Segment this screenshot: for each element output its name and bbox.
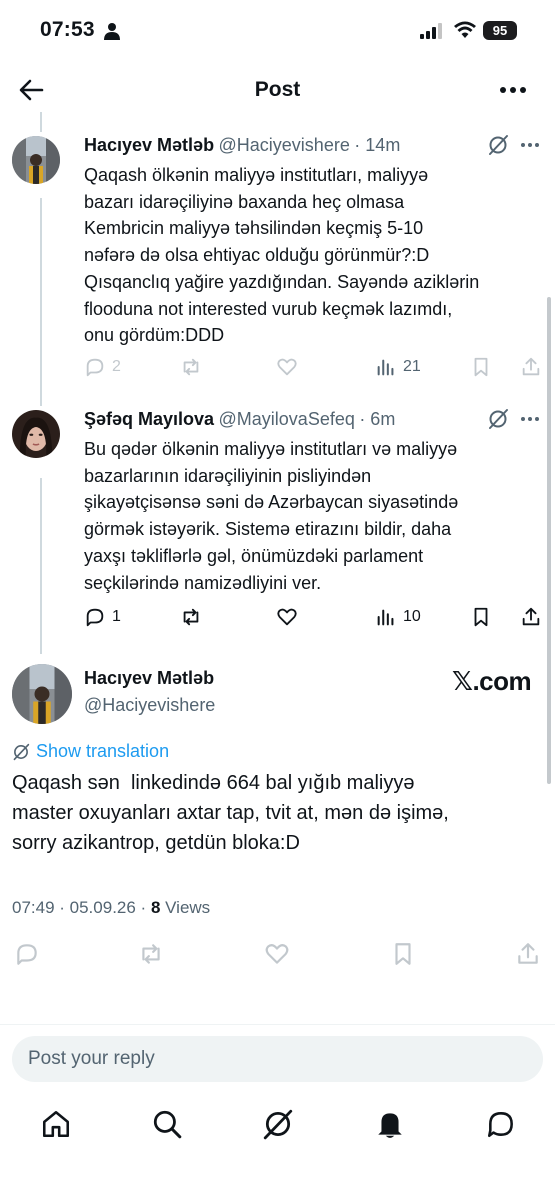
post-text-line: Qısqanclıq yağire yazdığından. Sayəndə a… <box>84 271 480 292</box>
share-icon <box>522 607 540 626</box>
cellular-signal-icon <box>420 23 442 39</box>
bookmark-button[interactable] <box>470 606 492 628</box>
wifi-icon <box>454 21 476 38</box>
more-options-icon[interactable] <box>499 80 527 100</box>
author-name[interactable]: Hacıyev Mətləb <box>84 135 214 155</box>
scrollbar[interactable] <box>547 297 551 784</box>
views-chart-icon <box>377 359 394 376</box>
post-text: Qaqash ölkənin maliyyə institutları, mal… <box>84 162 544 349</box>
main-post-text: Qaqash sən linkedində 664 bal yığıb mali… <box>12 768 547 858</box>
reply-icon <box>86 608 104 627</box>
avatar[interactable] <box>12 664 72 724</box>
post-text-line: seçkilərində namizədliyini ver. <box>84 572 322 593</box>
heart-icon <box>277 358 297 376</box>
views-count[interactable]: 8 <box>151 898 160 917</box>
more-options-icon[interactable] <box>520 416 540 422</box>
repost-icon <box>183 608 199 626</box>
page-title: Post <box>254 78 301 101</box>
share-icon[interactable] <box>515 941 541 967</box>
reply-icon[interactable] <box>14 941 40 967</box>
author-handle[interactable]: @Haciyevishere <box>84 695 215 716</box>
share-icon <box>522 357 540 376</box>
notifications-bell-icon[interactable] <box>374 1108 406 1140</box>
author-name[interactable]: Şəfəq Mayılova <box>84 409 214 429</box>
post-text-line: yaxşı təkliflərlə gəl, önümüzdəki parlam… <box>84 545 424 566</box>
author-handle[interactable]: @Haciyevishere <box>219 135 350 155</box>
translate-icon <box>13 743 30 761</box>
post-text-line: Qaqash sən linkedində 664 bal yığıb mali… <box>12 772 415 794</box>
reply-count: 2 <box>112 358 121 375</box>
thread-line <box>40 478 42 654</box>
thread-line <box>40 112 42 132</box>
post-text-line: nəfərə də olsa ehtiyac olduğu görünmür?:… <box>84 245 430 266</box>
grok-icon[interactable] <box>262 1108 294 1140</box>
grok-icon[interactable] <box>487 134 509 156</box>
bookmark-button[interactable] <box>470 356 492 378</box>
search-icon[interactable] <box>151 1108 183 1140</box>
post-datetime: 07:49 · 05.09.26 · <box>12 898 151 917</box>
like-button[interactable] <box>276 356 298 378</box>
views-label: Views <box>160 898 211 917</box>
post-text-line: onu gördüm:DDD <box>84 325 225 346</box>
views-chart-icon <box>377 609 394 626</box>
share-button[interactable] <box>520 356 542 378</box>
author-handle[interactable]: @MayilovaSefeq <box>219 409 355 429</box>
show-translation-link[interactable]: Show translation <box>36 741 169 762</box>
post-text-line: sorry azikantrop, getdün bloka:D <box>12 832 300 854</box>
post-text-line: görmək istəyərik. Sistemə etirazını bild… <box>84 519 452 540</box>
status-time: 07:53 <box>40 18 95 41</box>
person-icon <box>104 23 120 40</box>
grok-icon[interactable] <box>487 408 509 430</box>
post-meta: 07:49 · 05.09.26 · 8 Views <box>12 898 210 918</box>
thread-line <box>40 198 42 406</box>
views-button[interactable]: 21 <box>375 356 421 378</box>
post-text-line: master oxuyanları axtar tap, tvit at, mə… <box>12 802 449 824</box>
author-name[interactable]: Hacıyev Mətləb <box>84 668 214 689</box>
repost-icon <box>183 358 199 376</box>
post-text: Bu qədər ölkənin maliyyə institutları və… <box>84 436 544 596</box>
heart-icon <box>277 608 297 626</box>
divider <box>0 1024 555 1025</box>
views-count: 10 <box>403 608 421 625</box>
messages-icon[interactable] <box>485 1108 517 1140</box>
post-text-line: Bu qədər ölkənin maliyyə institutları və… <box>84 439 458 459</box>
post-time: · 14m <box>354 135 401 155</box>
battery-indicator: 95 <box>483 21 517 40</box>
share-button[interactable] <box>520 606 542 628</box>
post-time: · 6m <box>359 409 396 429</box>
like-button[interactable] <box>276 606 298 628</box>
bookmark-icon[interactable] <box>390 941 416 967</box>
heart-icon[interactable] <box>264 941 290 967</box>
x-com-watermark: 𝕏.com <box>452 666 532 696</box>
post-text-line: Qaqash ölkənin maliyyə institutları, mal… <box>84 165 429 185</box>
post-text-line: bazarlarının idarəçiliyinin pisliyindən <box>84 465 372 486</box>
avatar[interactable] <box>12 410 60 458</box>
reply-count: 1 <box>112 608 121 625</box>
bookmark-icon <box>474 357 488 377</box>
post-text-line: Kembricin maliyyə təhsilindən keçmiş 5-1… <box>84 218 424 239</box>
bookmark-icon <box>474 607 488 627</box>
avatar[interactable] <box>12 136 60 184</box>
reply-button[interactable]: 2 <box>84 356 121 378</box>
post-text-line: şikayətçisənsə səni də Azərbaycan siyasə… <box>84 492 459 513</box>
more-options-icon[interactable] <box>520 142 540 148</box>
views-button[interactable]: 10 <box>375 606 421 628</box>
post-text-line: flooduna not interested vurub keçmək laz… <box>84 298 453 319</box>
repost-button[interactable] <box>180 606 202 628</box>
reply-placeholder: Post your reply <box>28 1048 155 1069</box>
views-count: 21 <box>403 358 421 375</box>
home-icon[interactable] <box>40 1108 72 1140</box>
reply-icon <box>86 358 104 377</box>
repost-button[interactable] <box>180 356 202 378</box>
reply-button[interactable]: 1 <box>84 606 121 628</box>
post-text-line: bazarı idarəçiliyinə baxanda heç olmasa <box>84 191 405 212</box>
repost-icon[interactable] <box>138 941 164 967</box>
